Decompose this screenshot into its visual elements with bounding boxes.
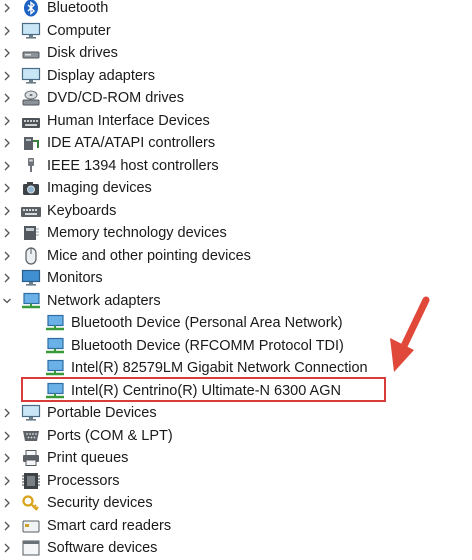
tree-item-imaging-devices[interactable]: Imaging devices: [0, 177, 472, 199]
tree-item-software-devices[interactable]: Software devices: [0, 537, 472, 559]
tree-item-label: Disk drives: [47, 45, 118, 61]
tree-item-computer[interactable]: Computer: [0, 20, 472, 42]
tree-item-label: Monitors: [47, 270, 103, 286]
keyboard-icon: [20, 201, 42, 221]
tree-item-label: Network adapters: [47, 292, 161, 309]
tree-item-label: Bluetooth Device (Personal Area Network): [71, 315, 343, 331]
tree-item-label: Memory technology devices: [47, 225, 227, 241]
hid-icon: [20, 111, 42, 131]
chevron-down-icon[interactable]: [2, 294, 12, 308]
chevron-right-icon[interactable]: [2, 541, 12, 555]
ieee1394-icon: [20, 156, 42, 176]
portable-device-icon: [20, 403, 42, 423]
tree-item-label: Portable Devices: [47, 405, 157, 421]
tree-item-label: Smart card readers: [47, 517, 172, 534]
port-icon: [20, 426, 42, 446]
chevron-right-icon[interactable]: [2, 474, 12, 488]
tree-item-label: Bluetooth: [47, 0, 109, 16]
mouse-icon: [20, 246, 42, 266]
tree-item-label: Print queues: [47, 450, 129, 466]
tree-item-label: Intel(R) 82579LM Gigabit Network Connect…: [71, 360, 368, 376]
disk-drive-icon: [20, 43, 42, 63]
tree-item-processors[interactable]: Processors: [0, 470, 472, 492]
tree-item-mice-and-other-pointing-devices[interactable]: Mice and other pointing devices: [0, 245, 472, 267]
network-adapter-icon: [20, 291, 42, 311]
tree-item-memory-technology-devices[interactable]: Memory technology devices: [0, 222, 472, 244]
tree-item-bluetooth[interactable]: Bluetooth: [0, 0, 472, 19]
annotation-arrow-icon: [390, 296, 430, 372]
dvd-drive-icon: [20, 88, 42, 108]
chevron-right-icon[interactable]: [2, 519, 12, 533]
tree-item-label: Ports (COM & LPT): [47, 427, 173, 444]
device-manager-tree: Bluetooth Computer Disk drives Display a…: [0, 0, 472, 560]
chevron-right-icon[interactable]: [2, 496, 12, 510]
chevron-right-icon[interactable]: [2, 204, 12, 218]
tree-item-print-queues[interactable]: Print queues: [0, 447, 472, 469]
monitor-icon: [20, 268, 42, 288]
printer-icon: [20, 448, 42, 468]
camera-icon: [20, 178, 42, 198]
chevron-right-icon[interactable]: [2, 181, 12, 195]
tree-item-dvd-cd-rom-drives[interactable]: DVD/CD-ROM drives: [0, 87, 472, 109]
chevron-right-icon[interactable]: [2, 69, 12, 83]
tree-item-label: Security devices: [47, 495, 153, 511]
network-adapter-icon: [44, 336, 66, 356]
tree-item-label: Processors: [47, 472, 120, 489]
monitor-icon: [20, 21, 42, 41]
chevron-right-icon[interactable]: [2, 24, 12, 38]
ide-controller-icon: [20, 133, 42, 153]
smart-card-icon: [20, 516, 42, 536]
tree-item-ide-ata-atapi-controllers[interactable]: IDE ATA/ATAPI controllers: [0, 132, 472, 154]
tree-item-label: IDE ATA/ATAPI controllers: [47, 135, 216, 151]
bluetooth-icon: [20, 0, 42, 18]
chevron-right-icon[interactable]: [2, 1, 12, 15]
security-icon: [20, 493, 42, 513]
highlight-box: [21, 377, 386, 402]
tree-item-ports-com-lpt[interactable]: Ports (COM & LPT): [0, 425, 472, 447]
software-device-icon: [20, 538, 42, 558]
network-adapter-icon: [44, 313, 66, 333]
tree-item-keyboards[interactable]: Keyboards: [0, 200, 472, 222]
chevron-right-icon[interactable]: [2, 406, 12, 420]
tree-item-disk-drives[interactable]: Disk drives: [0, 42, 472, 64]
chevron-right-icon[interactable]: [2, 226, 12, 240]
memory-icon: [20, 223, 42, 243]
chevron-right-icon[interactable]: [2, 159, 12, 173]
tree-item-label: Human Interface Devices: [47, 112, 210, 129]
chevron-right-icon[interactable]: [2, 136, 12, 150]
chevron-right-icon[interactable]: [2, 451, 12, 465]
chevron-right-icon[interactable]: [2, 46, 12, 60]
tree-item-label: Mice and other pointing devices: [47, 247, 251, 264]
tree-item-label: Keyboards: [47, 202, 117, 219]
tree-item-security-devices[interactable]: Security devices: [0, 492, 472, 514]
chevron-right-icon[interactable]: [2, 91, 12, 105]
chevron-right-icon[interactable]: [2, 114, 12, 128]
tree-item-portable-devices[interactable]: Portable Devices: [0, 402, 472, 424]
tree-item-label: Bluetooth Device (RFCOMM Protocol TDI): [71, 337, 344, 354]
chevron-right-icon[interactable]: [2, 429, 12, 443]
chevron-right-icon[interactable]: [2, 249, 12, 263]
tree-item-label: Display adapters: [47, 67, 155, 84]
tree-item-ieee-1394-host-controllers[interactable]: IEEE 1394 host controllers: [0, 155, 472, 177]
network-adapter-icon: [44, 358, 66, 378]
tree-item-display-adapters[interactable]: Display adapters: [0, 65, 472, 87]
tree-item-human-interface-devices[interactable]: Human Interface Devices: [0, 110, 472, 132]
chevron-right-icon[interactable]: [2, 271, 12, 285]
tree-item-label: IEEE 1394 host controllers: [47, 157, 219, 174]
tree-item-label: Imaging devices: [47, 180, 152, 196]
tree-item-label: Computer: [47, 22, 111, 39]
tree-item-label: Software devices: [47, 540, 158, 556]
tree-item-smart-card-readers[interactable]: Smart card readers: [0, 515, 472, 537]
display-adapter-icon: [20, 66, 42, 86]
tree-item-label: DVD/CD-ROM drives: [47, 90, 184, 106]
tree-item-monitors[interactable]: Monitors: [0, 267, 472, 289]
processor-icon: [20, 471, 42, 491]
